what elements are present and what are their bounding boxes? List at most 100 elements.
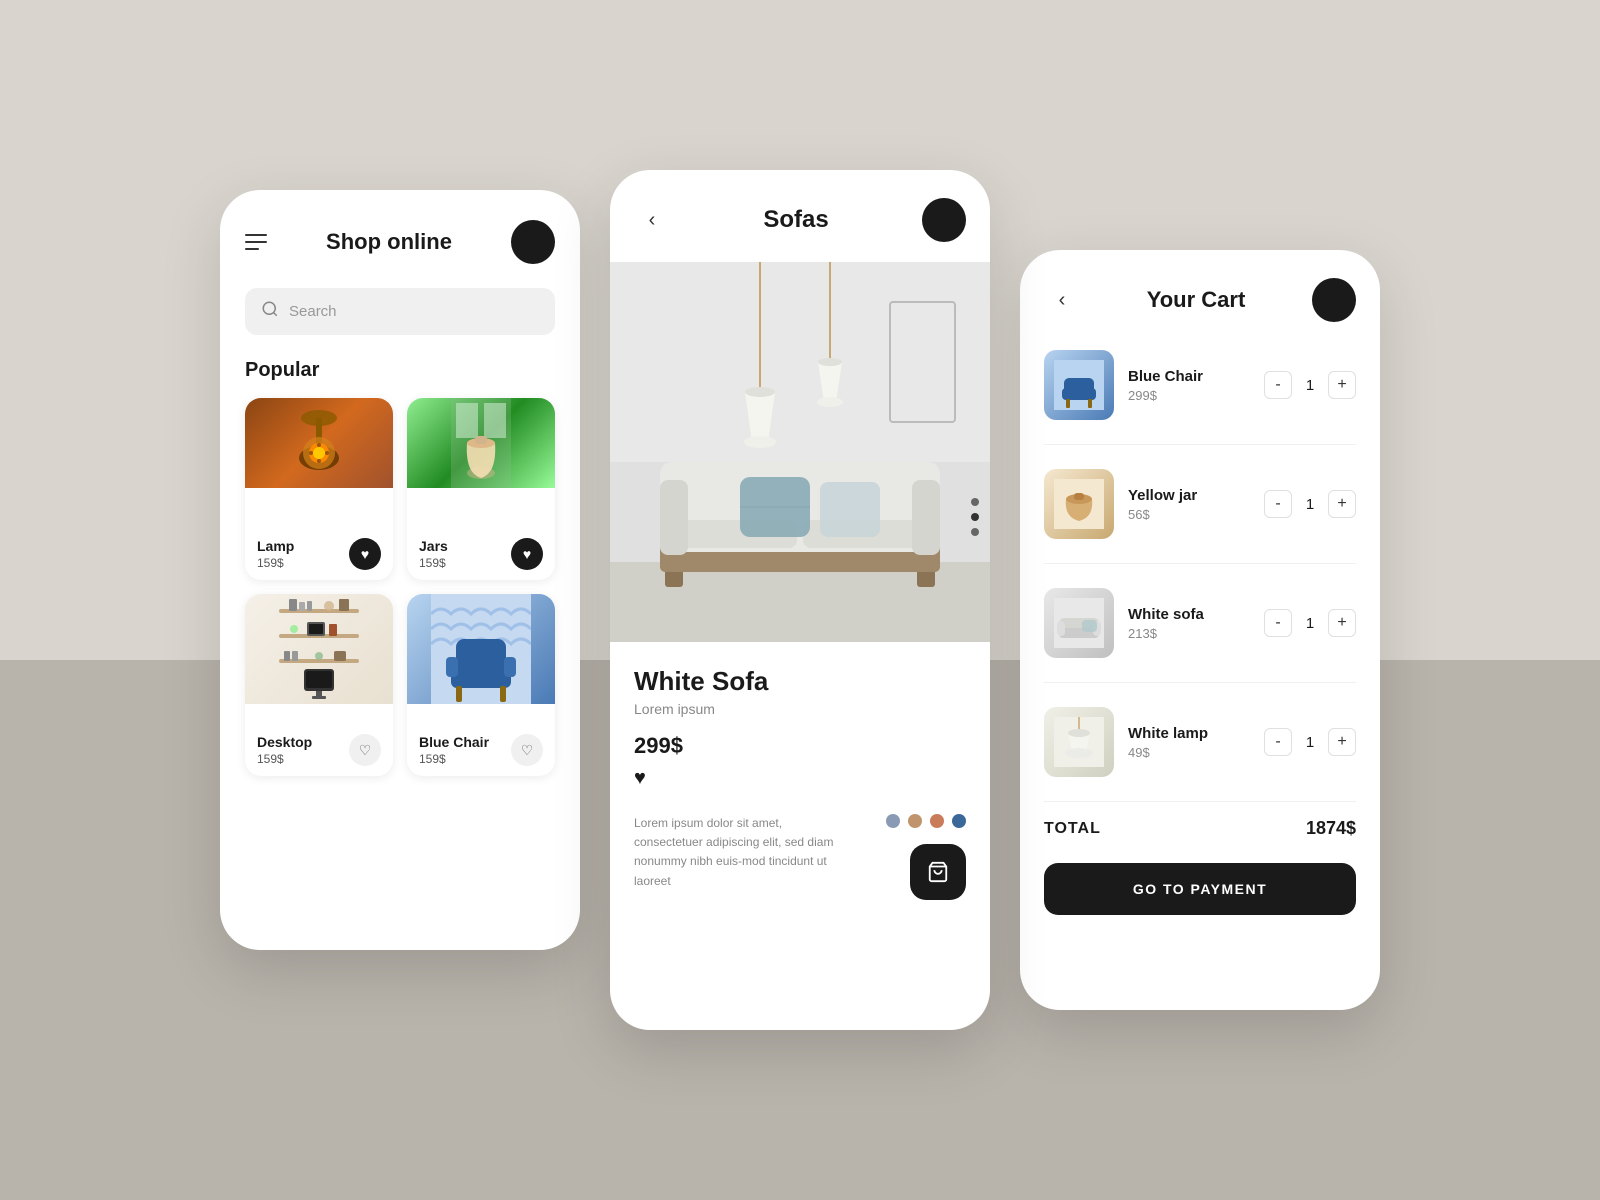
total-row: TOTAL 1874$	[1044, 818, 1356, 839]
sofa-lorem-text: Lorem ipsum dolor sit amet, consectetuer…	[634, 814, 834, 891]
lamp-info: Lamp 159$ ♥	[245, 528, 393, 580]
cart-white-sofa-img	[1044, 588, 1114, 658]
cart-white-sofa-price: 213$	[1128, 626, 1250, 641]
back-button[interactable]: ‹	[634, 202, 670, 238]
shop-header: Shop online	[245, 220, 555, 264]
cart-yellow-jar-visual	[1044, 469, 1114, 539]
cart-yellow-jar-name: Yellow jar	[1128, 487, 1250, 504]
sofa-lorem-section: Lorem ipsum dolor sit amet, consectetuer…	[634, 814, 886, 891]
divider-total	[1044, 801, 1356, 802]
blue-chair-price: 159$	[419, 752, 489, 766]
screens-container: Shop online Search Popular	[180, 130, 1420, 1070]
go-to-payment-button[interactable]: GO TO PAYMENT	[1044, 863, 1356, 915]
cart-white-lamp-name: White lamp	[1128, 725, 1250, 742]
sofa-heart-btn[interactable]: ♥	[634, 767, 966, 790]
product-card-jars[interactable]: Jars 159$ ♥	[407, 398, 555, 580]
color-dot-3[interactable]	[930, 814, 944, 828]
cart-title: Your Cart	[1147, 287, 1246, 313]
search-bar[interactable]: Search	[245, 288, 555, 335]
cart-white-lamp-info: White lamp 49$	[1128, 725, 1250, 760]
blue-chair-text: Blue Chair 159$	[419, 734, 489, 766]
color-dot-1[interactable]	[886, 814, 900, 828]
sofa-title: Sofas	[763, 206, 828, 234]
cart-yellow-jar-img	[1044, 469, 1114, 539]
popular-label: Popular	[245, 359, 555, 382]
cart-white-lamp-qty-num: 1	[1302, 734, 1318, 751]
cart-white-lamp-qty: - 1 +	[1264, 728, 1356, 756]
screen-cart: ‹ Your Cart	[1020, 250, 1380, 1010]
desktop-heart-btn[interactable]: ♡	[349, 734, 381, 766]
blue-chair-image	[407, 594, 555, 704]
product-card-blue-chair[interactable]: Blue Chair 159$ ♡	[407, 594, 555, 776]
cart-white-sofa-qty-num: 1	[1302, 615, 1318, 632]
sofa-header: ‹ Sofas	[610, 170, 990, 262]
color-dot-4[interactable]	[952, 814, 966, 828]
cart-white-lamp-plus[interactable]: +	[1328, 728, 1356, 756]
product-card-desktop[interactable]: Desktop 159$ ♡	[245, 594, 393, 776]
sofa-hero-scene	[610, 262, 990, 642]
cart-white-lamp-img	[1044, 707, 1114, 777]
cart-blue-chair-visual	[1044, 350, 1114, 420]
blue-chair-name: Blue Chair	[419, 734, 489, 750]
lamp-image	[245, 398, 393, 488]
hamburger-menu[interactable]	[245, 234, 267, 250]
hamburger-line-3	[245, 248, 259, 250]
cart-blue-chair-img	[1044, 350, 1114, 420]
cart-white-sofa-plus[interactable]: +	[1328, 609, 1356, 637]
cart-blue-chair-qty-num: 1	[1302, 377, 1318, 394]
divider-1	[1044, 444, 1356, 445]
products-grid: Lamp 159$ ♥	[245, 398, 555, 776]
screen-sofas: ‹ Sofas	[610, 170, 990, 1030]
jars-image	[407, 398, 555, 488]
color-dot-2[interactable]	[908, 814, 922, 828]
hamburger-line-1	[245, 234, 267, 236]
jars-heart-btn[interactable]: ♥	[511, 538, 543, 570]
jars-name: Jars	[419, 538, 448, 554]
cart-white-sofa-visual	[1044, 588, 1114, 658]
sofa-product-info: White Sofa Lorem ipsum 299$ ♥	[610, 642, 990, 806]
product-card-lamp[interactable]: Lamp 159$ ♥	[245, 398, 393, 580]
desktop-image-wrap	[245, 594, 393, 724]
sofa-product-price: 299$	[634, 733, 966, 759]
user-avatar[interactable]	[511, 220, 555, 264]
cart-white-sofa-minus[interactable]: -	[1264, 609, 1292, 637]
cart-white-sofa-name: White sofa	[1128, 606, 1250, 623]
cart-back-button[interactable]: ‹	[1044, 282, 1080, 318]
cart-blue-chair-qty: - 1 +	[1264, 371, 1356, 399]
desktop-image	[245, 594, 393, 704]
jars-info: Jars 159$ ♥	[407, 528, 555, 580]
color-options	[886, 814, 966, 828]
cart-white-lamp-visual	[1044, 707, 1114, 777]
cart-blue-chair-info: Blue Chair 299$	[1128, 368, 1250, 403]
search-icon	[261, 300, 279, 323]
cart-yellow-jar-price: 56$	[1128, 507, 1250, 522]
cart-yellow-jar-qty-num: 1	[1302, 496, 1318, 513]
sofa-actions	[886, 814, 966, 900]
cart-yellow-jar-qty: - 1 +	[1264, 490, 1356, 518]
total-label: TOTAL	[1044, 820, 1101, 838]
sofa-bottom-area: Lorem ipsum dolor sit amet, consectetuer…	[610, 806, 990, 924]
lamp-text: Lamp 159$	[257, 538, 294, 570]
blue-chair-image-wrap	[407, 594, 555, 724]
lamp-name: Lamp	[257, 538, 294, 554]
sofa-avatar[interactable]	[922, 198, 966, 242]
cart-blue-chair-minus[interactable]: -	[1264, 371, 1292, 399]
cart-yellow-jar-minus[interactable]: -	[1264, 490, 1292, 518]
blue-chair-info: Blue Chair 159$ ♡	[407, 724, 555, 776]
add-to-cart-button[interactable]	[910, 844, 966, 900]
sofa-product-desc: Lorem ipsum	[634, 701, 966, 717]
cart-item-white-sofa: White sofa 213$ - 1 +	[1044, 588, 1356, 658]
cart-item-yellow-jar: Yellow jar 56$ - 1 +	[1044, 469, 1356, 539]
cart-blue-chair-plus[interactable]: +	[1328, 371, 1356, 399]
cart-blue-chair-price: 299$	[1128, 388, 1250, 403]
cart-yellow-jar-plus[interactable]: +	[1328, 490, 1356, 518]
desktop-name: Desktop	[257, 734, 312, 750]
shop-title: Shop online	[326, 229, 452, 255]
cart-avatar[interactable]	[1312, 278, 1356, 322]
jars-price: 159$	[419, 556, 448, 570]
blue-chair-heart-btn[interactable]: ♡	[511, 734, 543, 766]
desktop-text: Desktop 159$	[257, 734, 312, 766]
cart-white-lamp-minus[interactable]: -	[1264, 728, 1292, 756]
lamp-heart-btn[interactable]: ♥	[349, 538, 381, 570]
screen-shop-online: Shop online Search Popular	[220, 190, 580, 950]
